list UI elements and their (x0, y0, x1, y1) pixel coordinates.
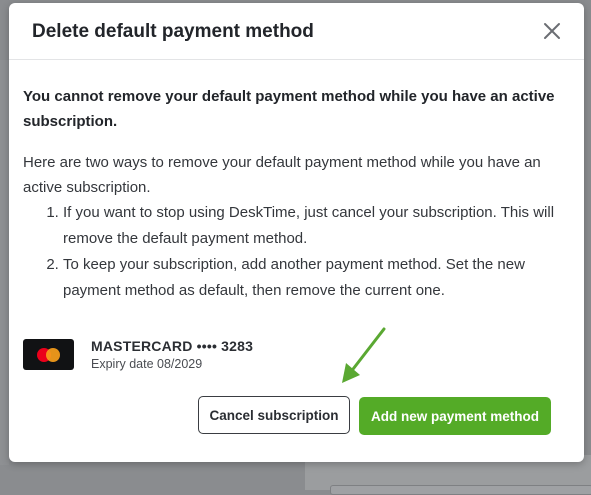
annotation-arrow-icon (342, 327, 386, 383)
step-item: If you want to stop using DeskTime, just… (63, 200, 558, 252)
warning-message: You cannot remove your default payment m… (23, 88, 555, 130)
close-icon (544, 23, 560, 39)
card-name: MASTERCARD •••• 3283 (91, 338, 254, 354)
dialog-header: Delete default payment method (9, 3, 584, 60)
cancel-subscription-button[interactable]: Cancel subscription (198, 396, 350, 434)
card-expiry: Expiry date 08/2029 (91, 357, 203, 371)
dialog-title: Delete default payment method (32, 21, 314, 42)
steps-list: If you want to stop using DeskTime, just… (23, 200, 558, 304)
background-app (0, 60, 9, 465)
step-item: To keep your subscription, add another p… (63, 252, 558, 304)
dialog-body: You cannot remove your default payment m… (23, 84, 558, 304)
mastercard-icon (23, 339, 74, 370)
close-button[interactable] (540, 19, 564, 43)
intro-text: Here are two ways to remove your default… (23, 154, 541, 196)
background-app-field (330, 485, 591, 495)
payment-card: MASTERCARD •••• 3283 Expiry date 08/2029 (23, 336, 323, 376)
add-payment-method-button[interactable]: Add new payment method (359, 397, 551, 435)
